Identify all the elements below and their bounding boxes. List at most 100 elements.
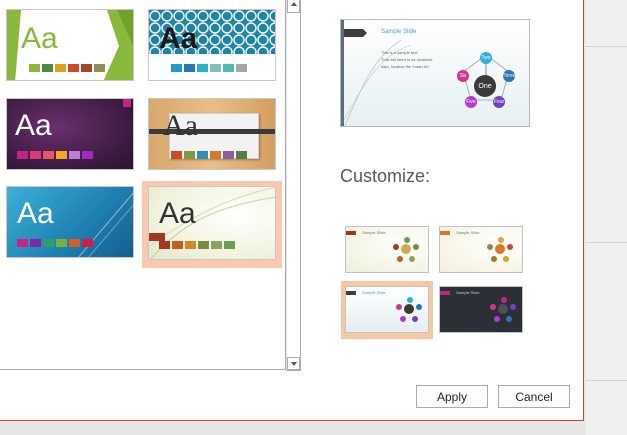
swatch bbox=[236, 151, 247, 159]
swatch bbox=[69, 239, 80, 247]
swatch bbox=[210, 151, 221, 159]
swatch bbox=[55, 64, 66, 72]
divider bbox=[586, 242, 627, 243]
theme-thumbnail-6[interactable]: Aa bbox=[148, 186, 276, 260]
swatch bbox=[82, 239, 93, 247]
variant-node bbox=[400, 316, 406, 322]
preview-node: Five bbox=[465, 96, 477, 108]
swatch bbox=[159, 241, 170, 249]
color-swatches bbox=[29, 64, 105, 72]
theme-sample-text: Aa bbox=[163, 109, 198, 142]
preview-bullet: Also, localize the Smart Art bbox=[381, 64, 429, 69]
cancel-button[interactable]: Cancel bbox=[498, 385, 570, 408]
scroll-down-button[interactable] bbox=[287, 357, 300, 370]
variant-node bbox=[494, 316, 500, 322]
swatch bbox=[197, 64, 208, 72]
theme-gallery: Aa Aa Aa Aa Aa Aa bbox=[0, 0, 286, 370]
variant-node bbox=[404, 304, 414, 314]
variant-tab bbox=[346, 231, 356, 235]
variant-tab bbox=[440, 231, 450, 235]
preview-bullet: That will need to be localized bbox=[381, 57, 433, 62]
variant-node bbox=[409, 256, 415, 262]
swatch bbox=[184, 64, 195, 72]
variant-node bbox=[396, 304, 402, 310]
swatch bbox=[236, 64, 247, 72]
swatch bbox=[30, 151, 41, 159]
variant-node bbox=[401, 244, 411, 254]
variant-thumbnail-1[interactable]: Sample Slide bbox=[345, 226, 429, 273]
theme-tab bbox=[149, 233, 165, 241]
swatch bbox=[29, 64, 40, 72]
theme-preview: Sample Slide This is a sample text That … bbox=[340, 19, 530, 127]
customize-label: Customize: bbox=[340, 166, 431, 186]
variant-node bbox=[507, 244, 513, 250]
swatch bbox=[30, 239, 41, 247]
color-swatches bbox=[17, 239, 93, 247]
swatch bbox=[17, 239, 28, 247]
design-dialog: Aa Aa Aa Aa Aa Aa Sample Slide This is a… bbox=[0, 0, 584, 421]
variant-thumbnail-2[interactable]: Sample Slide bbox=[439, 226, 523, 273]
swatch bbox=[172, 241, 183, 249]
swatch bbox=[171, 64, 182, 72]
swatch bbox=[197, 151, 208, 159]
background-panel bbox=[586, 0, 627, 435]
variant-node bbox=[498, 304, 508, 314]
color-swatches bbox=[159, 241, 235, 249]
variant-node bbox=[404, 237, 410, 243]
preview-node: Two bbox=[480, 52, 492, 64]
swatch bbox=[198, 241, 209, 249]
preview-bullet: This is a sample text bbox=[381, 50, 418, 55]
theme-thumbnail-5[interactable]: Aa bbox=[6, 186, 134, 258]
theme-thumbnail-4[interactable]: Aa bbox=[148, 98, 276, 170]
variant-node bbox=[413, 244, 419, 250]
swatch bbox=[94, 64, 105, 72]
theme-sample-text: Aa bbox=[15, 109, 52, 142]
theme-thumbnail-3[interactable]: Aa bbox=[6, 98, 134, 170]
variant-node bbox=[416, 304, 422, 310]
divider bbox=[586, 46, 627, 47]
theme-thumbnail-2[interactable]: Aa bbox=[148, 9, 276, 81]
variant-node bbox=[487, 244, 493, 250]
scroll-up-button[interactable] bbox=[287, 0, 300, 13]
variant-node bbox=[503, 256, 509, 262]
swatch bbox=[224, 241, 235, 249]
apply-button[interactable]: Apply bbox=[416, 385, 488, 408]
variant-node bbox=[506, 316, 512, 322]
swatch bbox=[56, 151, 67, 159]
swatch bbox=[42, 64, 53, 72]
theme-thumbnail-1[interactable]: Aa bbox=[6, 9, 134, 81]
swatch bbox=[185, 241, 196, 249]
variant-thumbnail-4[interactable]: Sample Slide bbox=[439, 286, 523, 333]
color-swatches bbox=[17, 151, 93, 159]
preview-node: Six bbox=[457, 70, 469, 82]
swatch bbox=[223, 151, 234, 159]
swatch bbox=[184, 151, 195, 159]
theme-gallery-scrollbar[interactable] bbox=[286, 0, 301, 371]
chevron-down-icon bbox=[291, 362, 297, 366]
swatch bbox=[56, 239, 67, 247]
chevron-up-icon bbox=[291, 2, 297, 6]
color-swatches bbox=[171, 151, 247, 159]
variant-tab bbox=[346, 291, 356, 295]
swatch bbox=[211, 241, 222, 249]
swatch bbox=[43, 151, 54, 159]
swatch bbox=[68, 64, 79, 72]
theme-sample-text: Aa bbox=[159, 197, 196, 230]
variant-thumbnail-3[interactable]: Sample Slide bbox=[345, 286, 429, 333]
variant-node bbox=[407, 297, 413, 303]
swatch bbox=[17, 151, 28, 159]
preview-slide-title: Sample Slide bbox=[381, 29, 417, 35]
preview-node: Three bbox=[502, 70, 516, 82]
preview-node: Four bbox=[493, 96, 505, 108]
variant-node bbox=[397, 256, 403, 262]
theme-sample-text: Aa bbox=[159, 22, 198, 55]
variant-node bbox=[510, 304, 516, 310]
variant-node bbox=[412, 316, 418, 322]
variant-node bbox=[498, 237, 504, 243]
theme-sample-text: Aa bbox=[17, 197, 54, 230]
variant-title: Sample Slide bbox=[456, 290, 480, 295]
swatch bbox=[223, 64, 234, 72]
theme-sample-text: Aa bbox=[21, 22, 58, 55]
variant-title: Sample Slide bbox=[362, 290, 386, 295]
variant-node bbox=[393, 244, 399, 250]
